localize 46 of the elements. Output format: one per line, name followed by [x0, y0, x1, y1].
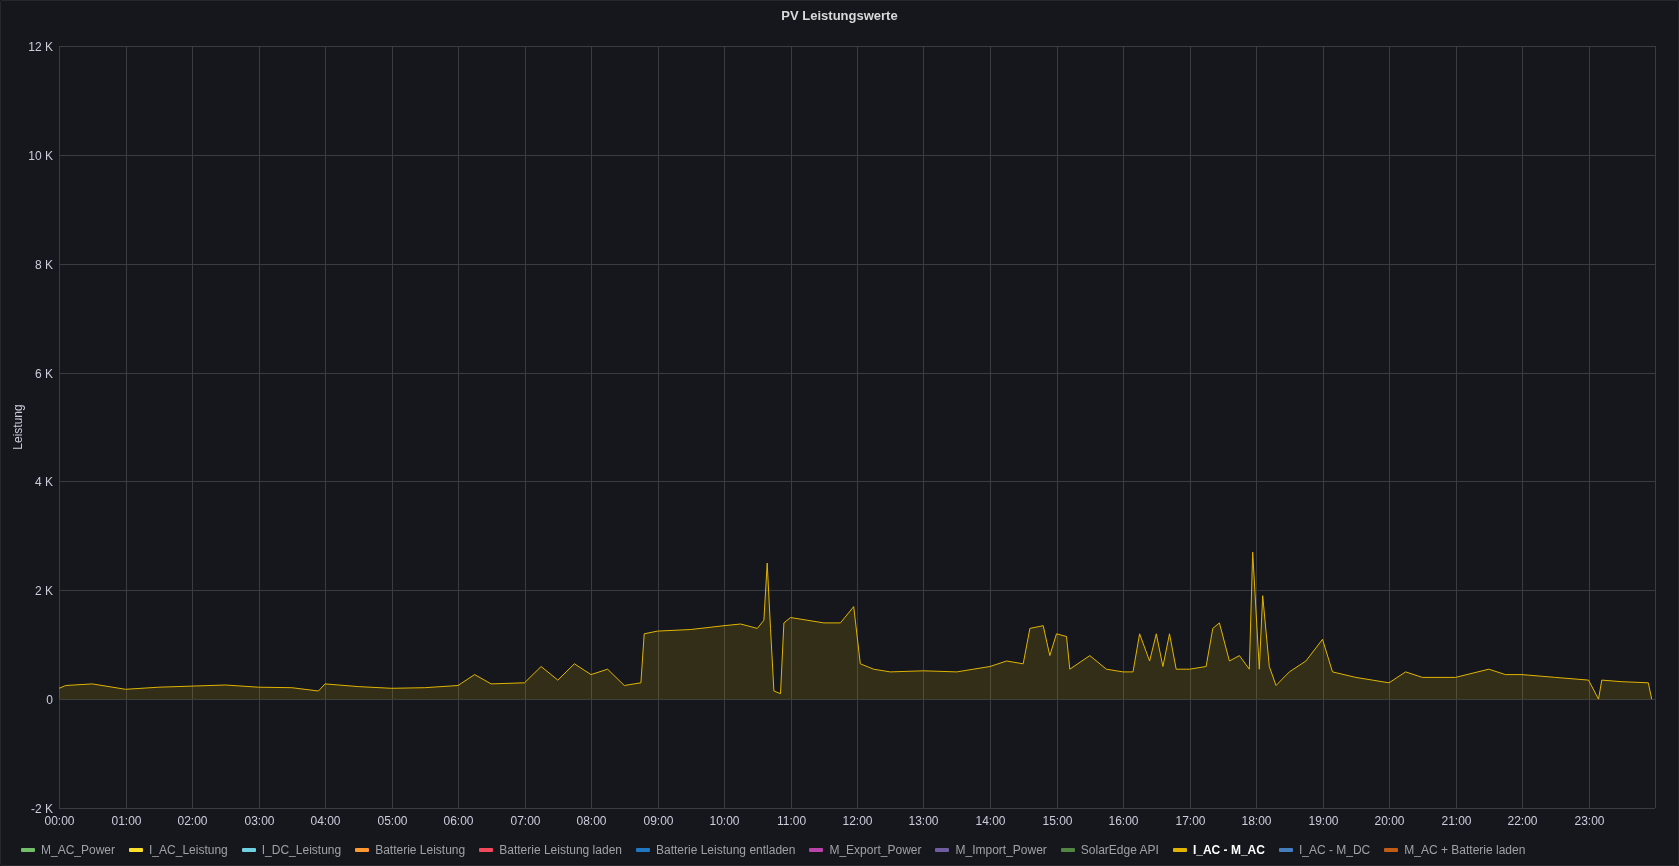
- axis-label: 0: [46, 692, 53, 707]
- legend-item[interactable]: M_Export_Power: [809, 843, 922, 857]
- axis-label: 04:00: [310, 814, 341, 828]
- axis-label: -2 K: [31, 801, 53, 816]
- legend-item[interactable]: M_AC + Batterie laden: [1384, 843, 1526, 857]
- axis-label: 09:00: [643, 814, 674, 828]
- legend-item[interactable]: SolarEdge API: [1060, 843, 1159, 857]
- axis-label: 11:00: [776, 814, 807, 828]
- axis-label: 02:00: [177, 814, 208, 828]
- axis-label: 6 K: [35, 366, 53, 381]
- axis-label: 12:00: [842, 814, 873, 828]
- axis-label: 17:00: [1175, 814, 1206, 828]
- axis-label: 4 K: [35, 474, 53, 489]
- axis-label: 05:00: [377, 814, 408, 828]
- axis-label: 06:00: [443, 814, 474, 828]
- axis-label: 14:00: [975, 814, 1006, 828]
- legend-item[interactable]: Batterie Leistung entladen: [636, 843, 796, 857]
- axis-label: 13:00: [908, 814, 939, 828]
- axis-title: Leistung: [11, 404, 25, 450]
- axis-label: 07:00: [510, 814, 541, 828]
- legend-item[interactable]: Batterie Leistung laden: [479, 843, 622, 857]
- legend-item[interactable]: I_AC_Leistung: [129, 843, 228, 857]
- axis-label: 15:00: [1042, 814, 1073, 828]
- legend-item[interactable]: I_AC - M_AC: [1172, 843, 1265, 857]
- axis-label: 01:00: [111, 814, 142, 828]
- axis-label: 8 K: [35, 257, 53, 272]
- axis-label: 03:00: [244, 814, 275, 828]
- axis-label: 23:00: [1574, 814, 1605, 828]
- legend-item[interactable]: I_AC - M_DC: [1278, 843, 1371, 857]
- axis-label: 08:00: [576, 814, 607, 828]
- axis-label: 19:00: [1308, 814, 1339, 828]
- legend-item[interactable]: M_Import_Power: [935, 843, 1047, 857]
- axis-label: 22:00: [1507, 814, 1538, 828]
- axis-label: 12 K: [28, 39, 53, 54]
- axis-label: 2 K: [35, 583, 53, 598]
- axis-label: 16:00: [1108, 814, 1139, 828]
- panel-title: PV Leistungswerte: [781, 7, 898, 25]
- axis-label: 10 K: [28, 148, 53, 163]
- legend-item[interactable]: I_DC_Leistung: [241, 843, 342, 857]
- axis-label: 10:00: [709, 814, 740, 828]
- legend-item[interactable]: M_AC_Power: [21, 843, 116, 857]
- axis-label: 18:00: [1241, 814, 1272, 828]
- legend-item[interactable]: Batterie Leistung: [355, 843, 466, 857]
- axis-label: 21:00: [1441, 814, 1472, 828]
- axis-label: 00:00: [44, 814, 75, 828]
- axis-label: 20:00: [1374, 814, 1405, 828]
